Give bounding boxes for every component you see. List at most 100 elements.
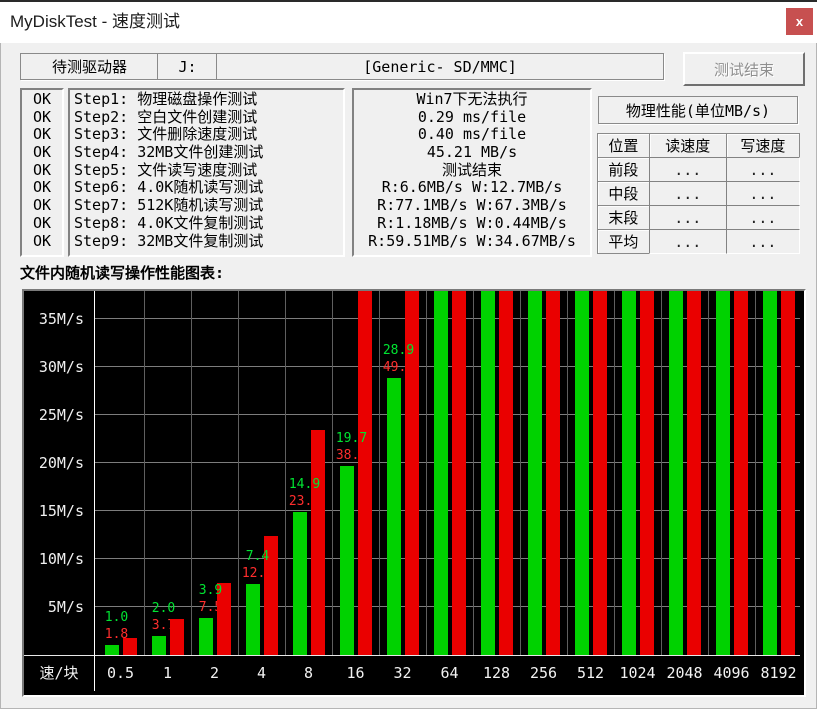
chart-caption: 文件内随机读写操作性能图表: <box>20 262 224 283</box>
table-header-cell: 读速度 <box>649 133 727 158</box>
x-axis-tick: 64 <box>427 656 473 691</box>
table-value-cell: ... <box>649 157 727 182</box>
x-axis-tick: 1 <box>145 656 191 691</box>
x-axis-tick: 4096 <box>709 656 755 691</box>
drive-letter-box[interactable]: J: <box>157 53 218 80</box>
ok-status-row: OK <box>22 91 62 109</box>
drive-label-box: 待测驱动器 <box>20 53 159 80</box>
result-line: R:59.51MB/s W:34.67MB/s <box>354 233 590 251</box>
ok-status-row: OK <box>22 109 62 127</box>
bar-read-1024 <box>622 291 636 655</box>
step-item: Step1: 物理磁盘操作测试 <box>70 91 343 109</box>
bar-value-label-read: 7.4 <box>235 550 281 563</box>
v-gridline <box>755 291 756 655</box>
result-line: 测试结束 <box>354 162 590 180</box>
x-axis-unit-label: 速/块 <box>24 656 94 691</box>
table-row: 中段...... <box>598 182 800 206</box>
v-gridline <box>426 291 427 655</box>
ok-status-row: OK <box>22 233 62 251</box>
step-item: Step2: 空白文件创建测试 <box>70 109 343 127</box>
v-gridline <box>332 291 333 655</box>
bar-read-8192 <box>763 291 777 655</box>
app-window: MyDiskTest - 速度测试 x 待测驱动器 J: [Generic- S… <box>0 0 817 709</box>
table-row: 平均...... <box>598 230 800 254</box>
ok-status-row: OK <box>22 179 62 197</box>
step-item: Step3: 文件删除速度测试 <box>70 126 343 144</box>
bar-write-4096 <box>734 291 748 655</box>
device-name: [Generic- SD/MMC] <box>363 58 517 76</box>
y-axis-tick: 20M/s <box>24 454 84 472</box>
device-name-box: [Generic- SD/MMC] <box>216 53 664 80</box>
ok-status-panel: OKOKOKOKOKOKOKOKOK <box>20 88 64 257</box>
table-value-cell: ... <box>726 205 800 230</box>
bar-write-1 <box>170 619 184 655</box>
ok-status-row: OK <box>22 197 62 215</box>
bar-write-256 <box>546 291 560 655</box>
v-gridline <box>285 291 286 655</box>
table-value-cell: ... <box>649 229 727 254</box>
x-axis-tick: 2048 <box>662 656 708 691</box>
result-line: R:1.18MB/s W:0.44MB/s <box>354 215 590 233</box>
window-title: MyDiskTest - 速度测试 <box>10 2 180 41</box>
table-row: 前段...... <box>598 158 800 182</box>
bar-value-label-read: 2.0 <box>141 602 187 615</box>
title-bar: MyDiskTest - 速度测试 x <box>0 0 817 43</box>
chart-plot-area: 5M/s10M/s15M/s20M/s25M/s30M/s35M/s1.01.8… <box>24 291 800 691</box>
y-axis-labels: 5M/s10M/s15M/s20M/s25M/s30M/s35M/s <box>24 291 94 655</box>
y-axis-tick: 15M/s <box>24 502 84 520</box>
results-panel: Win7下无法执行0.29 ms/file0.40 ms/file45.21 M… <box>352 88 592 257</box>
bar-write-512 <box>593 291 607 655</box>
table-value-cell: ... <box>726 181 800 206</box>
speed-chart: 5M/s10M/s15M/s20M/s25M/s30M/s35M/s1.01.8… <box>22 289 806 697</box>
drive-label: 待测驱动器 <box>52 56 127 77</box>
close-icon: x <box>796 14 803 29</box>
bar-value-label-read: 14.9 <box>282 478 328 491</box>
result-line: R:77.1MB/s W:67.3MB/s <box>354 197 590 215</box>
ok-status-row: OK <box>22 144 62 162</box>
x-axis: 速/块0.51248163264128256512102420484096819… <box>24 655 800 691</box>
v-gridline <box>661 291 662 655</box>
x-axis-tick: 8192 <box>756 656 801 691</box>
table-value-cell: ... <box>726 157 800 182</box>
v-gridline <box>614 291 615 655</box>
physical-performance-title: 物理性能(单位MB/s) <box>626 100 770 121</box>
bar-write-2048 <box>687 291 701 655</box>
table-value-cell: ... <box>726 229 800 254</box>
bar-write-64 <box>452 291 466 655</box>
close-button[interactable]: x <box>786 8 813 35</box>
y-axis-tick: 35M/s <box>24 310 84 328</box>
physical-performance-table: 位置读速度写速度前段......中段......末段......平均...... <box>598 134 800 254</box>
step-item: Step4: 32MB文件创建测试 <box>70 144 343 162</box>
table-header-cell: 写速度 <box>726 133 800 158</box>
step-item: Step9: 32MB文件复制测试 <box>70 233 343 251</box>
x-axis-tick: 1024 <box>615 656 661 691</box>
x-axis-tick: 4 <box>239 656 285 691</box>
table-row-label: 中段 <box>597 181 650 206</box>
table-value-cell: ... <box>649 181 727 206</box>
bar-read-256 <box>528 291 542 655</box>
bar-write-8192 <box>781 291 795 655</box>
bar-read-8 <box>293 512 307 655</box>
test-finish-button[interactable]: 测试结束 <box>683 52 805 86</box>
x-axis-tick: 2 <box>192 656 238 691</box>
y-axis-tick: 25M/s <box>24 406 84 424</box>
result-line: Win7下无法执行 <box>354 91 590 109</box>
x-axis-tick: 16 <box>333 656 379 691</box>
ok-status-row: OK <box>22 215 62 233</box>
result-line: 0.40 ms/file <box>354 126 590 144</box>
bar-write-16 <box>358 291 372 655</box>
table-row: 末段...... <box>598 206 800 230</box>
bar-value-label-read: 28.9 <box>376 344 422 357</box>
result-line: 0.29 ms/file <box>354 109 590 127</box>
x-axis-tick: 32 <box>380 656 426 691</box>
bar-read-2048 <box>669 291 683 655</box>
bar-read-512 <box>575 291 589 655</box>
y-axis-tick: 10M/s <box>24 550 84 568</box>
v-gridline <box>520 291 521 655</box>
x-axis-tick: 512 <box>568 656 614 691</box>
y-axis-tick: 5M/s <box>24 598 84 616</box>
ok-status-row: OK <box>22 126 62 144</box>
v-gridline <box>567 291 568 655</box>
bar-value-label-read: 3.9 <box>188 584 234 597</box>
v-gridline <box>708 291 709 655</box>
